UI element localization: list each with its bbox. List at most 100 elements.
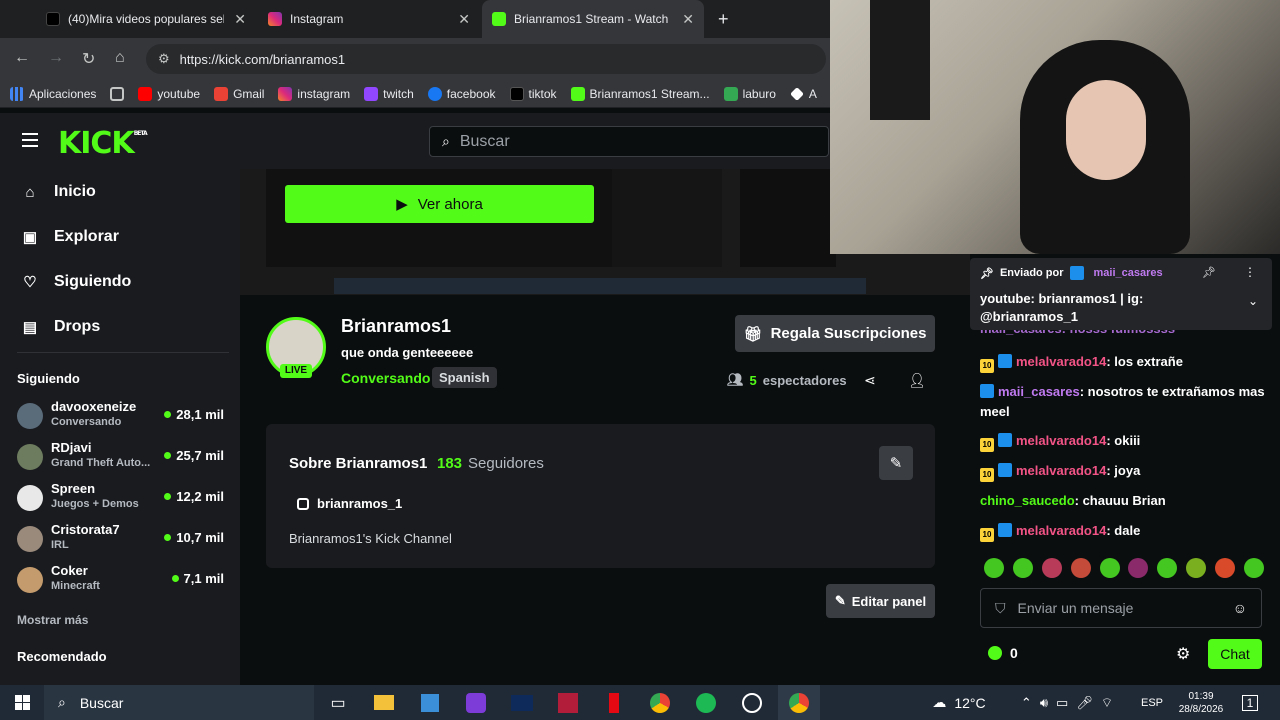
emote-icon[interactable] (1070, 558, 1091, 578)
close-tab-icon[interactable]: ✕ (682, 11, 694, 28)
sidebar-item-explore[interactable]: ▣ Explorar (22, 228, 119, 246)
emote-icon[interactable] (1099, 558, 1120, 578)
bookmark-tiktok[interactable]: tiktok (509, 86, 557, 101)
chat-username[interactable]: melalvarado14 (1016, 463, 1106, 478)
bookmark-twitch[interactable]: twitch (364, 86, 414, 101)
viewer-label: espectadores (762, 372, 847, 388)
send-chat-button[interactable]: Chat (1208, 639, 1262, 669)
chat-settings-gear-icon[interactable]: ⚙ (1176, 644, 1190, 664)
emote-icon[interactable] (1012, 558, 1033, 578)
emote-icon[interactable] (1157, 558, 1178, 578)
emote-icon[interactable] (1186, 558, 1207, 578)
system-tray-icons[interactable]: ⌃ 🔊︎ ▭ 🎤︎ ⌔ (1004, 685, 1130, 720)
more-options-icon[interactable]: ⋮ (1244, 265, 1256, 279)
pinned-header: 📌︎ Enviado por maii_casares (980, 266, 1163, 280)
obs-icon[interactable] (740, 685, 764, 720)
chat-username[interactable]: chino_saucedo (980, 493, 1075, 508)
tab-youtube[interactable]: (40)Mira videos populares selec ✕ (36, 0, 256, 38)
chat-username[interactable]: melalvarado14 (1016, 523, 1106, 538)
tab-instagram[interactable]: Instagram ✕ (258, 0, 480, 38)
task-view-icon[interactable]: ▭ (326, 685, 350, 720)
sidebar-item-drops[interactable]: ▤ Drops (22, 318, 100, 336)
netflix-icon[interactable] (602, 685, 626, 720)
windows-start-icon[interactable] (10, 685, 34, 720)
kick-logo[interactable]: KICKBETA (58, 126, 148, 161)
new-tab-button[interactable]: + (708, 0, 739, 38)
followed-channel[interactable]: Coker Minecraft 7,1 mil (17, 563, 232, 601)
gift-subs-button[interactable]: 🎁︎ Regala Suscripciones (735, 315, 935, 352)
bookmark-facebook[interactable]: facebook (427, 86, 496, 101)
tab-kick[interactable]: Brianramos1 Stream - Watch Li ✕ (482, 0, 704, 38)
close-tab-icon[interactable]: ✕ (458, 11, 470, 28)
site-settings-icon[interactable]: ⚙ (158, 51, 170, 67)
disney-icon[interactable] (510, 685, 534, 720)
chat-username[interactable]: maii_casares (998, 384, 1080, 399)
notification-center-icon[interactable]: 1 (1238, 685, 1262, 720)
edit-pencil-button[interactable]: ✎ (879, 446, 913, 480)
sub-badge-icon (980, 384, 994, 398)
channel-category: Minecraft (51, 580, 100, 592)
emote-icon[interactable] (1128, 558, 1149, 578)
followed-channel[interactable]: Cristorata7 IRL 10,7 mil (17, 522, 232, 560)
close-tab-icon[interactable]: ✕ (234, 11, 246, 28)
back-arrow-icon[interactable]: ← (14, 49, 30, 67)
followed-channel[interactable]: Spreen Juegos + Demos 12,2 mil (17, 481, 232, 519)
app-m-icon[interactable] (464, 685, 488, 720)
url-field[interactable]: ⚙ https://kick.com/brianramos1 (146, 44, 826, 74)
bookmark-gmail[interactable]: Gmail (214, 86, 264, 101)
instagram-link[interactable]: brianramos_1 (297, 496, 402, 511)
follow-user-icon[interactable]: 👤︎ (908, 372, 926, 389)
twitch-icon (364, 86, 379, 101)
followed-channel[interactable]: davooxeneize Conversando 28,1 mil (17, 399, 232, 437)
reload-icon[interactable]: ↻ (82, 49, 95, 69)
taskbar-search[interactable]: ⌕ Buscar (44, 685, 314, 720)
chat-username[interactable]: melalvarado14 (1016, 354, 1106, 369)
language-indicator[interactable]: ESP (1140, 685, 1164, 720)
bookmark-more[interactable]: A (789, 87, 817, 101)
bookmark-youtube[interactable]: youtube (138, 86, 200, 101)
app-v-icon[interactable] (556, 685, 580, 720)
bookmark-grid[interactable] (110, 86, 125, 101)
bookmark-instagram[interactable]: instagram (278, 86, 350, 101)
hamburger-menu-icon[interactable] (22, 133, 38, 147)
pinned-by-user[interactable]: maii_casares (1094, 267, 1163, 279)
weather-widget[interactable]: ☁ 12°C (924, 685, 994, 720)
stream-category-link[interactable]: Conversando (341, 370, 430, 386)
bookmark-laburo[interactable]: laburo (723, 86, 776, 101)
edit-panel-button[interactable]: ✎ Editar panel (826, 584, 935, 618)
chat-text: : dale (1106, 523, 1141, 538)
sidebar-item-following[interactable]: ♡ Siguiendo (22, 273, 131, 291)
file-explorer-icon[interactable] (372, 685, 396, 720)
spotify-icon[interactable] (694, 685, 718, 720)
home-icon[interactable]: ⌂ (115, 49, 125, 67)
share-icon[interactable]: ⋖ (864, 372, 876, 389)
webcam-jacket (870, 0, 930, 120)
youtube-icon (138, 86, 153, 101)
chrome-icon[interactable] (648, 685, 672, 720)
chrome-active-icon[interactable] (778, 685, 820, 720)
tiktok-icon (509, 86, 524, 101)
bookmark-apps[interactable]: Aplicaciones (10, 86, 96, 101)
store-icon[interactable] (418, 685, 442, 720)
emote-icon[interactable] (1243, 558, 1264, 578)
emote-icon[interactable] (1215, 558, 1235, 578)
chevron-down-icon[interactable]: ⌄ (1248, 294, 1258, 308)
clock[interactable]: 01:39 28/8/2026 (1176, 685, 1226, 720)
channel-name[interactable]: Brianramos1 (341, 316, 451, 337)
language-tag[interactable]: Spanish (432, 367, 497, 388)
emote-icon[interactable] (1041, 558, 1062, 578)
emote-icon[interactable] (984, 558, 1004, 578)
show-more-link[interactable]: Mostrar más (17, 613, 88, 627)
bookmark-kick[interactable]: Brianramos1 Stream... (570, 86, 710, 101)
chat-input[interactable]: ⛉ Enviar un mensaje ☺ (980, 588, 1262, 628)
channel-points[interactable]: 0 (988, 645, 1018, 661)
watch-now-button[interactable]: ▶ Ver ahora (285, 185, 594, 223)
chat-username[interactable]: melalvarado14 (1016, 433, 1106, 448)
followed-channel[interactable]: RDjavi Grand Theft Auto... 25,7 mil (17, 440, 232, 478)
forward-arrow-icon[interactable]: → (48, 49, 64, 67)
address-toolbar: ← → ↻ ⌂ ⚙ https://kick.com/brianramos1 (0, 38, 830, 80)
search-input[interactable]: ⌕ Buscar (429, 126, 829, 157)
sidebar-item-home[interactable]: ⌂ Inicio (22, 183, 95, 201)
emoji-icon[interactable]: ☺ (1233, 600, 1247, 616)
unpin-icon[interactable]: 📌︎ (1202, 266, 1216, 279)
